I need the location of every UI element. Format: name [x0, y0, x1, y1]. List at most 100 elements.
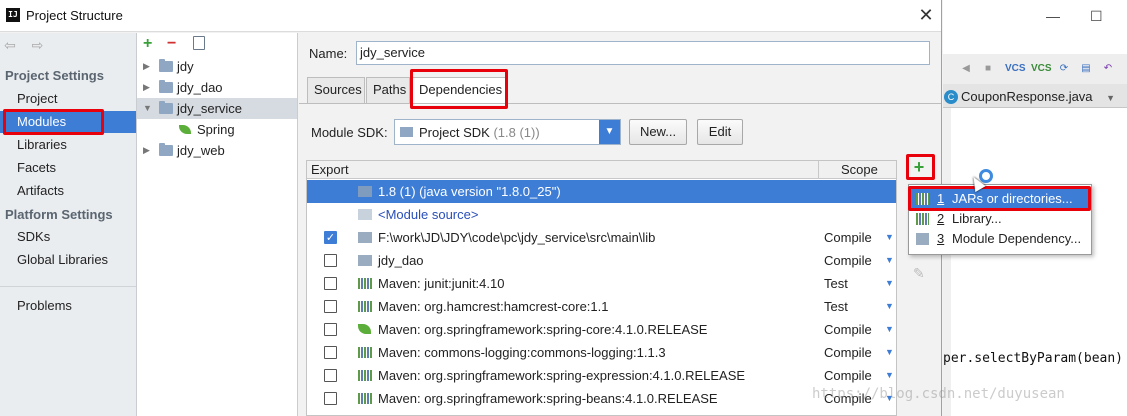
export-checkbox-checked[interactable]: ✓: [324, 231, 337, 244]
module-sdk-label: Module SDK:: [311, 125, 388, 140]
nav-item-artifacts[interactable]: Artifacts: [0, 180, 136, 202]
tree-item-jdy[interactable]: ▶ jdy: [137, 56, 297, 77]
stop-icon[interactable]: ■: [979, 60, 997, 78]
tree-item-label: jdy_web: [177, 143, 225, 158]
tree-item-jdy-service[interactable]: ▼ jdy_service: [137, 98, 297, 119]
scope-select[interactable]: Compile: [824, 249, 872, 272]
export-checkbox[interactable]: [324, 392, 337, 405]
chevron-down-icon[interactable]: ▼: [599, 120, 620, 144]
tab-paths[interactable]: Paths: [366, 77, 410, 103]
dependency-row[interactable]: Maven: org.springframework:spring-core:4…: [307, 318, 896, 341]
intellij-icon: IJ: [6, 8, 20, 22]
column-divider: [818, 161, 819, 179]
spring-icon: [358, 324, 371, 334]
nav-item-global-libraries[interactable]: Global Libraries: [0, 249, 136, 271]
name-label: Name:: [309, 46, 348, 61]
edit-dependency-icon[interactable]: ✎: [913, 265, 925, 282]
tree-item-label: jdy: [177, 59, 194, 74]
export-checkbox[interactable]: [324, 369, 337, 382]
title-bar: IJ Project Structure ✕: [0, 0, 941, 32]
scope-select[interactable]: Test: [824, 295, 848, 318]
expand-arrow-icon[interactable]: ▶: [143, 140, 150, 161]
lib-icon: [358, 301, 372, 312]
chevron-down-icon[interactable]: ▼: [885, 226, 894, 249]
chevron-down-icon[interactable]: ▼: [885, 272, 894, 295]
module-folder-icon: [159, 80, 173, 93]
tree-item-jdy-dao[interactable]: ▶ jdy_dao: [137, 77, 297, 98]
tree-item-label: jdy_service: [177, 101, 243, 116]
history-icon[interactable]: ⟳: [1055, 60, 1073, 78]
menu-item[interactable]: 3 Module Dependency...: [910, 229, 1090, 249]
maximize-icon[interactable]: ☐: [1090, 8, 1103, 25]
vcs-update-icon[interactable]: VCS: [1005, 60, 1026, 78]
copy-module-icon[interactable]: [193, 36, 205, 50]
tab-divider: [299, 103, 941, 104]
nav-item-libraries[interactable]: Libraries: [0, 134, 136, 156]
module-name-input[interactable]: jdy_service: [356, 41, 930, 65]
export-checkbox[interactable]: [324, 346, 337, 359]
compare-icon[interactable]: ▤: [1077, 60, 1095, 78]
edit-sdk-button[interactable]: Edit: [697, 119, 743, 145]
expand-arrow-icon[interactable]: ▶: [143, 56, 150, 77]
scope-select[interactable]: Compile: [824, 364, 872, 387]
chevron-down-icon[interactable]: ▼: [885, 341, 894, 364]
dependency-name: jdy_dao: [378, 253, 424, 268]
scope-select[interactable]: Compile: [824, 341, 872, 364]
menu-item[interactable]: 2 Library...: [910, 209, 1090, 229]
folder-blue-icon: [358, 186, 372, 197]
back-forward-arrows[interactable]: ⇦ ⇨: [4, 37, 49, 54]
nav-item-sdks[interactable]: SDKs: [0, 226, 136, 248]
chevron-down-icon[interactable]: ▼: [885, 295, 894, 318]
chevron-down-icon[interactable]: ▼: [885, 249, 894, 272]
module-folder-icon: [159, 143, 173, 156]
expand-arrow-icon[interactable]: ▶: [143, 77, 150, 98]
revert-icon[interactable]: ↶: [1099, 60, 1117, 78]
nav-item-project[interactable]: Project: [0, 88, 136, 110]
new-sdk-button[interactable]: New...: [629, 119, 687, 145]
export-checkbox[interactable]: [324, 277, 337, 290]
nav-item-facets[interactable]: Facets: [0, 157, 136, 179]
chevron-down-icon[interactable]: ▼: [885, 364, 894, 387]
highlight-dependencies-tab: [410, 69, 508, 109]
minimize-icon[interactable]: —: [1046, 8, 1060, 24]
dependency-name: 1.8 (1) (java version "1.8.0_25"): [378, 184, 561, 199]
tree-item-jdy-web[interactable]: ▶ jdy_web: [137, 140, 297, 161]
remove-module-icon[interactable]: −: [167, 35, 176, 53]
dependency-row[interactable]: Maven: org.springframework:spring-beans:…: [307, 387, 896, 410]
dependency-row[interactable]: jdy_dao Compile ▼: [307, 249, 896, 272]
editor-tab-label: CouponResponse.java: [961, 89, 1093, 104]
column-header-export[interactable]: Export: [311, 161, 349, 178]
tab-sources[interactable]: Sources: [307, 77, 365, 103]
tab-overflow-icon[interactable]: ▼: [1106, 93, 1115, 103]
editor-tab-coupon-response[interactable]: C CouponResponse.java ▼: [943, 86, 1115, 108]
export-checkbox[interactable]: [324, 300, 337, 313]
export-checkbox[interactable]: [324, 254, 337, 267]
nav-item-problems[interactable]: Problems: [0, 295, 136, 317]
dependency-row[interactable]: <Module source>: [307, 203, 896, 226]
scope-select[interactable]: Test: [824, 272, 848, 295]
export-checkbox[interactable]: [324, 323, 337, 336]
close-button[interactable]: ✕: [915, 4, 937, 26]
chevron-down-icon[interactable]: ▼: [885, 318, 894, 341]
window-title: Project Structure: [26, 8, 123, 23]
table-header: Export Scope: [307, 161, 896, 179]
back-icon[interactable]: ◀: [957, 60, 975, 78]
folder-icon: [358, 232, 372, 243]
dependency-row[interactable]: Maven: commons-logging:commons-logging:1…: [307, 341, 896, 364]
add-module-icon[interactable]: +: [143, 35, 152, 53]
module-sdk-select[interactable]: Project SDK (1.8 (1)) ▼: [394, 119, 621, 145]
dependency-row[interactable]: 1.8 (1) (java version "1.8.0_25"): [307, 180, 896, 203]
vcs-commit-icon[interactable]: VCS: [1031, 60, 1052, 78]
dependency-row[interactable]: ✓ F:\work\JD\JDY\code\pc\jdy_service\src\…: [307, 226, 896, 249]
collapse-arrow-icon[interactable]: ▼: [143, 98, 152, 119]
watermark: https://blog.csdn.net/duyusean: [812, 386, 1065, 402]
scope-select[interactable]: Compile: [824, 226, 872, 249]
dependency-row[interactable]: Maven: org.hamcrest:hamcrest-core:1.1 Tes…: [307, 295, 896, 318]
menu-item-label: Module Dependency...: [952, 231, 1082, 246]
dependency-row[interactable]: Maven: junit:junit:4.10 Test ▼: [307, 272, 896, 295]
tree-item-spring[interactable]: Spring: [137, 119, 297, 140]
scope-select[interactable]: Compile: [824, 318, 872, 341]
dependency-row[interactable]: Maven: org.springframework:spring-expres…: [307, 364, 896, 387]
java-class-icon: C: [944, 90, 958, 104]
column-header-scope[interactable]: Scope: [841, 161, 878, 178]
